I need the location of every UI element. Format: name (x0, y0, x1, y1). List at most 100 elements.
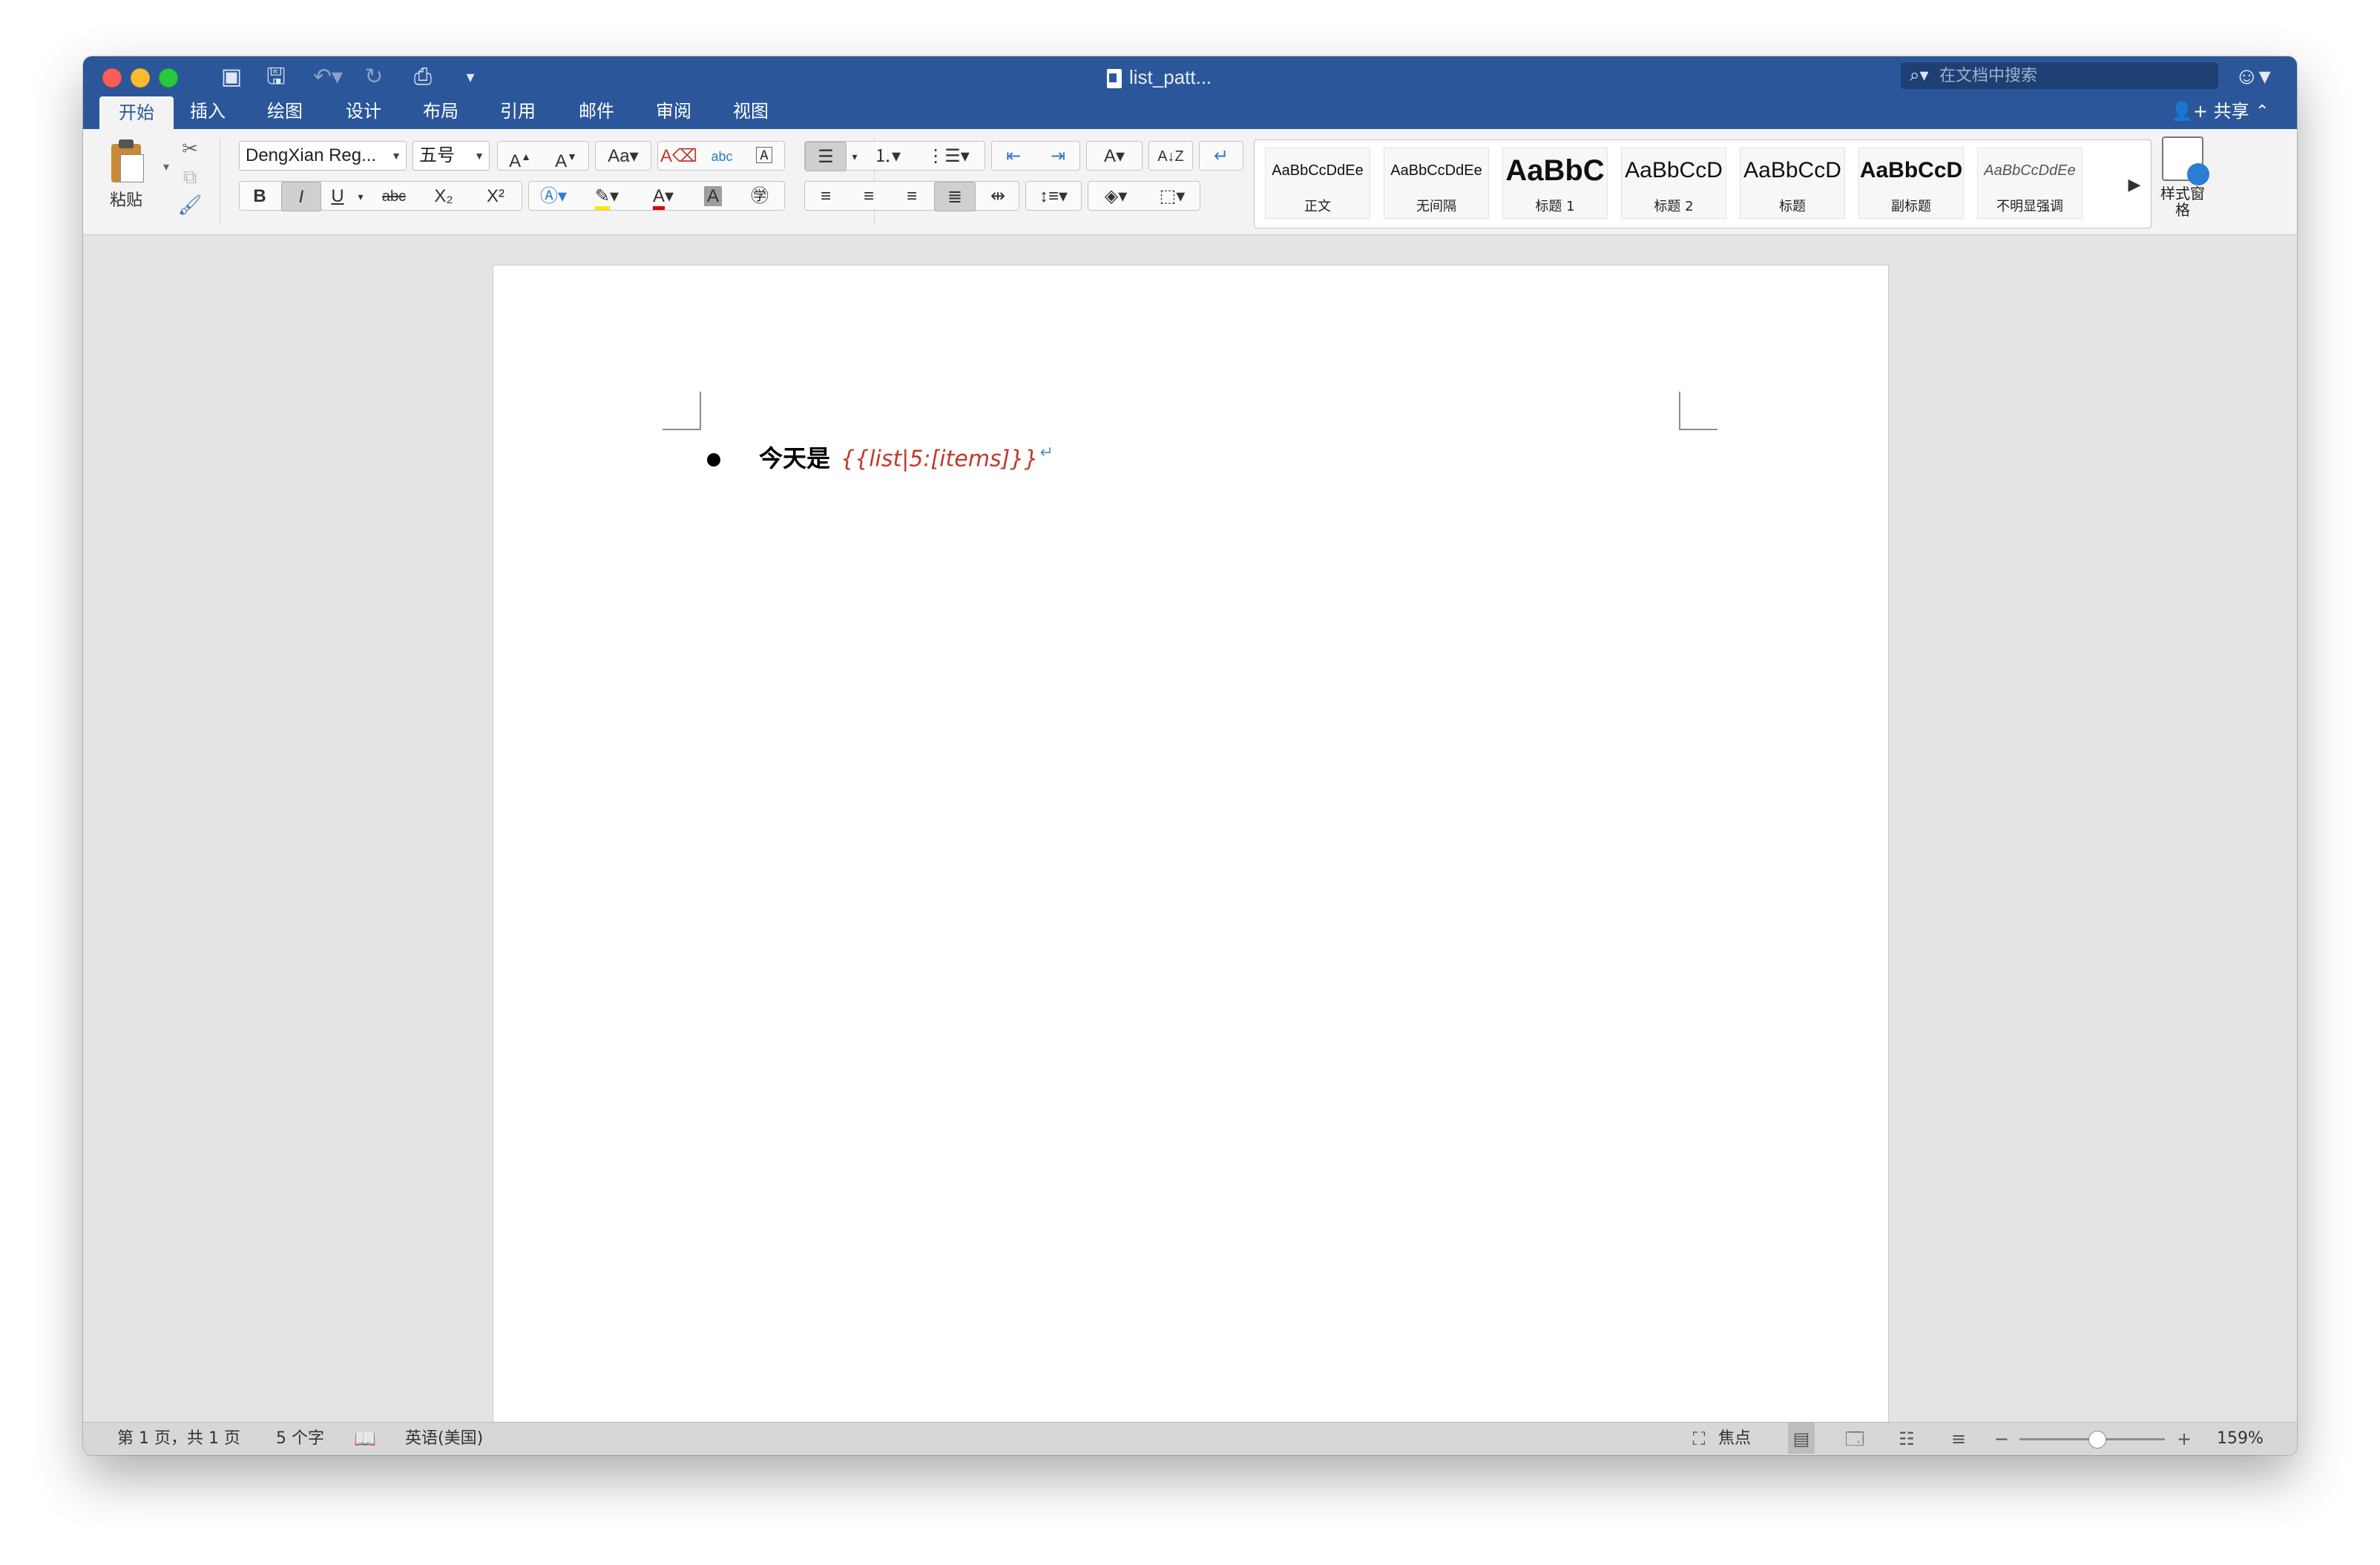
bullets-dropdown-caret[interactable]: ▾ (847, 142, 863, 171)
bold-button[interactable]: B (240, 182, 280, 211)
print-layout-view-icon[interactable]: ▤ (1788, 1423, 1815, 1454)
indent-buttons: ⇤ ⇥ (991, 141, 1080, 171)
margin-corner-mark (1679, 392, 1717, 430)
font-color-icon[interactable]: A▾ (636, 182, 691, 211)
shrink-font-icon[interactable]: A▼ (544, 142, 588, 171)
align-left-icon[interactable]: ≡ (805, 182, 847, 211)
copy-icon[interactable]: ⧉ (177, 163, 203, 190)
enclose-characters-icon[interactable]: ㊫ (735, 182, 784, 211)
tab-layout[interactable]: 布局 (411, 95, 470, 128)
tab-review[interactable]: 审阅 (644, 95, 703, 128)
document-canvas: 今天是 {{list|5:[items]}}↵ (83, 235, 2297, 1431)
line-spacing-button[interactable]: ↕≡▾ (1025, 181, 1082, 211)
tab-view[interactable]: 视图 (721, 95, 780, 128)
zoom-slider-knob[interactable] (2088, 1431, 2106, 1449)
text-style-buttons: B I U ▾ abc X₂ X² (239, 181, 522, 211)
style-sample: AaBbCcD (1859, 158, 1963, 182)
feedback-smiley-icon[interactable]: ☺▾ (2235, 61, 2279, 90)
justify-icon[interactable]: ≣ (934, 182, 976, 211)
style-normal[interactable]: AaBbCcDdEe 正文 (1265, 148, 1370, 219)
align-right-icon[interactable]: ≡ (891, 182, 933, 211)
search-box[interactable]: ⌕▾ (1901, 62, 2218, 89)
redo-icon[interactable]: ↻ (359, 61, 389, 93)
distributed-icon[interactable]: ⇹ (977, 182, 1019, 211)
close-window-button[interactable] (102, 68, 122, 88)
focus-mode-icon[interactable]: ⛶ (1686, 1423, 1712, 1455)
paste-dropdown-caret[interactable]: ▾ (153, 154, 180, 181)
web-layout-view-icon[interactable]: 🗔 (1841, 1423, 1868, 1455)
save-icon[interactable]: 🖫 (261, 61, 291, 93)
styles-pane-label: 样式窗格 (2160, 185, 2205, 219)
character-shading-icon[interactable]: A (692, 182, 734, 211)
sort-button[interactable]: A↓Z (1148, 141, 1193, 171)
chevron-down-icon: ▼ (391, 150, 401, 162)
font-size-dropdown[interactable]: 五号 ▼ (412, 141, 490, 171)
multilevel-list-icon[interactable]: ⋮☰▾ (912, 142, 984, 171)
draft-view-icon[interactable]: ≡ (1945, 1423, 1972, 1455)
style-title[interactable]: AaBbCcD 标题 (1740, 148, 1845, 219)
outline-view-icon[interactable]: ☷ (1893, 1423, 1920, 1455)
underline-button[interactable]: U (323, 182, 352, 211)
paste-button[interactable]: 粘贴 (96, 139, 156, 228)
style-heading-2[interactable]: AaBbCcD 标题 2 (1621, 148, 1726, 219)
text-effects-icon[interactable]: Ⓐ▾ (529, 182, 578, 211)
paragraph-shading-icon[interactable]: ◈▾ (1088, 182, 1143, 211)
tab-insert[interactable]: 插入 (178, 95, 237, 128)
zoom-out-icon[interactable]: − (1988, 1423, 2015, 1455)
italic-button[interactable]: I (281, 182, 321, 211)
focus-mode-label[interactable]: 焦点 (1718, 1423, 1751, 1455)
share-button[interactable]: 👤+ 共享 (2171, 95, 2249, 128)
zoom-in-icon[interactable]: + (2171, 1423, 2197, 1455)
zoom-level[interactable]: 159% (2217, 1423, 2264, 1455)
undo-icon[interactable]: ↶▾ (306, 61, 350, 93)
highlight-color-icon[interactable]: ✎▾ (579, 182, 634, 211)
collapse-ribbon-button[interactable]: ⌃ (2255, 95, 2269, 128)
borders-icon[interactable]: ⬚▾ (1145, 182, 1200, 211)
clear-formatting-icon[interactable]: A⌫ (658, 142, 700, 171)
numbering-icon[interactable]: ⒈▾ (864, 142, 910, 171)
tab-home[interactable]: 开始 (99, 96, 174, 129)
customize-toolbar-icon[interactable]: ▾ (457, 61, 484, 93)
style-no-spacing[interactable]: AaBbCcDdEe 无间隔 (1384, 148, 1489, 219)
tab-draw[interactable]: 绘图 (255, 95, 315, 128)
style-subtle-emphasis[interactable]: AaBbCcDdEe 不明显强调 (1977, 148, 2082, 219)
maximize-window-button[interactable] (159, 68, 178, 88)
align-center-icon[interactable]: ≡ (848, 182, 890, 211)
language-indicator[interactable]: 英语(美国) (405, 1423, 483, 1455)
font-name-value: DengXian Reg... (246, 145, 377, 165)
proofing-icon[interactable]: 📖 (352, 1423, 378, 1455)
font-name-dropdown[interactable]: DengXian Reg... ▼ (239, 141, 407, 171)
tab-references[interactable]: 引用 (488, 95, 548, 128)
print-icon[interactable]: ⎙ (407, 61, 439, 93)
text-direction-button[interactable]: A▾ (1086, 141, 1143, 171)
strikethrough-button[interactable]: abc (370, 182, 418, 211)
style-name: 标题 1 (1535, 199, 1575, 214)
increase-indent-icon[interactable]: ⇥ (1036, 142, 1079, 171)
style-heading-1[interactable]: AaBbC 标题 1 (1502, 148, 1608, 219)
bullets-icon[interactable]: ☰ (805, 142, 847, 171)
tab-mailings[interactable]: 邮件 (567, 95, 626, 128)
show-marks-button[interactable]: ↵ (1199, 141, 1243, 171)
document-page[interactable]: 今天是 {{list|5:[items]}}↵ (493, 265, 1889, 1431)
styles-more-arrow-icon[interactable]: ▶ (2126, 170, 2143, 200)
change-case-button[interactable]: Aa▾ (595, 141, 651, 171)
add-person-icon: 👤+ (2171, 101, 2214, 122)
underline-dropdown-caret[interactable]: ▾ (352, 182, 369, 211)
phonetic-guide-icon[interactable]: abc (701, 142, 743, 171)
superscript-button[interactable]: X² (470, 182, 522, 211)
grow-font-icon[interactable]: A▲ (498, 142, 542, 171)
page-count[interactable]: 第 1 页，共 1 页 (117, 1423, 240, 1455)
format-painter-icon[interactable]: 🖌 (177, 191, 203, 218)
character-border-icon[interactable]: 🄰 (744, 142, 784, 171)
list-item[interactable]: 今天是 {{list|5:[items]}}↵ (707, 436, 1053, 476)
minimize-window-button[interactable] (131, 68, 150, 88)
word-count[interactable]: 5 个字 (276, 1423, 324, 1455)
search-input[interactable] (1939, 62, 2206, 89)
sidebar-icon[interactable]: ▣ (217, 61, 246, 93)
styles-pane-button[interactable]: 样式窗格 (2160, 136, 2209, 228)
tab-design[interactable]: 设计 (334, 95, 393, 128)
decrease-indent-icon[interactable]: ⇤ (992, 142, 1035, 171)
style-subtitle[interactable]: AaBbCcD 副标题 (1858, 148, 1964, 219)
cut-icon[interactable]: ✂ (177, 135, 203, 162)
subscript-button[interactable]: X₂ (419, 182, 468, 211)
